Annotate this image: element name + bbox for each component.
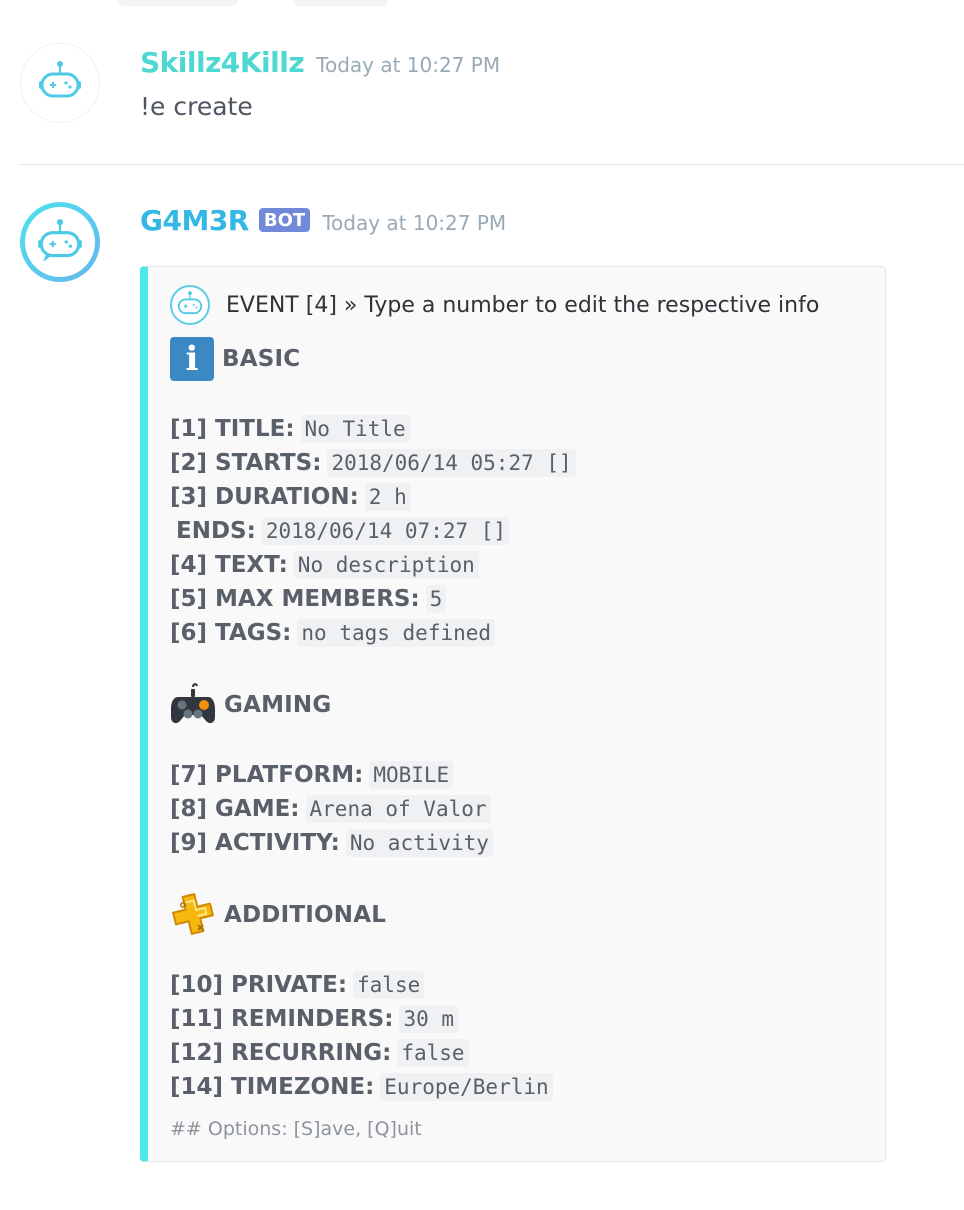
section-title: GAMING bbox=[224, 692, 332, 718]
field-value: 5 bbox=[425, 585, 447, 613]
field-label: [5] MAX MEMBERS: bbox=[170, 586, 420, 612]
robot-icon bbox=[39, 61, 81, 98]
robot-icon bbox=[170, 285, 210, 325]
field-value: Arena of Valor bbox=[305, 795, 491, 823]
field-duration: [3] DURATION: 2 h bbox=[170, 480, 411, 514]
embed-author: EVENT [4] » Type a number to edit the re… bbox=[170, 285, 819, 325]
field-value: 2018/06/14 07:27 [] bbox=[261, 517, 511, 545]
section-additional-header: ADDITIONAL bbox=[170, 893, 386, 937]
bot-badge: BOT bbox=[258, 208, 311, 232]
field-label: [9] ACTIVITY: bbox=[170, 830, 340, 856]
field-label: [7] PLATFORM: bbox=[170, 762, 364, 788]
field-value: false bbox=[353, 971, 425, 999]
field-label: [3] DURATION: bbox=[170, 484, 359, 510]
section-gaming-header: GAMING bbox=[170, 683, 331, 727]
field-label: [2] STARTS: bbox=[170, 450, 322, 476]
field-value: no tags defined bbox=[297, 619, 496, 647]
user-avatar[interactable] bbox=[20, 43, 100, 123]
username[interactable]: Skillz4Killz bbox=[140, 46, 305, 79]
field-value: No description bbox=[293, 551, 479, 579]
field-reminders: [11] REMINDERS: 30 m bbox=[170, 1002, 459, 1036]
section-basic-header: i BASIC bbox=[170, 337, 300, 381]
field-value: Europe/Berlin bbox=[380, 1073, 553, 1101]
previous-message-fade bbox=[118, 0, 398, 8]
field-label: [6] TAGS: bbox=[170, 620, 292, 646]
section-title: ADDITIONAL bbox=[224, 902, 387, 928]
field-label: [14] TIMEZONE: bbox=[170, 1074, 375, 1100]
field-private: [10] PRIVATE: false bbox=[170, 968, 425, 1002]
field-ends: ENDS: 2018/06/14 07:27 [] bbox=[176, 514, 511, 548]
playstation-plus-icon bbox=[172, 893, 214, 935]
field-text: [4] TEXT: No description bbox=[170, 548, 479, 582]
username[interactable]: G4M3R bbox=[140, 204, 249, 237]
field-activity: [9] ACTIVITY: No activity bbox=[170, 826, 493, 860]
section-title: BASIC bbox=[222, 346, 301, 372]
embed-footer: ## Options: [S]ave, [Q]uit bbox=[170, 1118, 422, 1140]
event-embed: EVENT [4] » Type a number to edit the re… bbox=[140, 266, 886, 1162]
message-divider bbox=[20, 164, 964, 165]
field-value: No Title bbox=[300, 415, 410, 443]
message-header: G4M3R BOT Today at 10:27 PM bbox=[140, 204, 506, 237]
gamepad-icon bbox=[171, 683, 215, 724]
field-value: false bbox=[397, 1039, 469, 1067]
bot-avatar-inner bbox=[25, 207, 95, 277]
message-content: !e create bbox=[140, 92, 253, 121]
field-value: 2018/06/14 05:27 [] bbox=[327, 449, 576, 477]
field-tags: [6] TAGS: no tags defined bbox=[170, 616, 496, 650]
field-label: [10] PRIVATE: bbox=[170, 972, 348, 998]
embed-author-text: EVENT [4] » Type a number to edit the re… bbox=[226, 292, 820, 318]
field-label: [11] REMINDERS: bbox=[170, 1006, 394, 1032]
field-value: 2 h bbox=[364, 483, 411, 511]
field-max-members: [5] MAX MEMBERS: 5 bbox=[170, 582, 447, 616]
field-title: [1] TITLE: No Title bbox=[170, 412, 410, 446]
field-label: [8] GAME: bbox=[170, 796, 300, 822]
field-value: No activity bbox=[345, 829, 493, 857]
field-label: [1] TITLE: bbox=[170, 416, 295, 442]
field-value: MOBILE bbox=[369, 761, 454, 789]
field-starts: [2] STARTS: 2018/06/14 05:27 [] bbox=[170, 446, 576, 480]
field-value: 30 m bbox=[399, 1005, 459, 1033]
message-header: Skillz4Killz Today at 10:27 PM bbox=[140, 46, 500, 79]
field-platform: [7] PLATFORM: MOBILE bbox=[170, 758, 454, 792]
field-label: [4] TEXT: bbox=[170, 552, 288, 578]
bot-avatar[interactable] bbox=[20, 202, 100, 282]
timestamp: Today at 10:27 PM bbox=[322, 211, 507, 235]
field-label: [12] RECURRING: bbox=[170, 1040, 392, 1066]
field-game: [8] GAME: Arena of Valor bbox=[170, 792, 491, 826]
field-timezone: [14] TIMEZONE: Europe/Berlin bbox=[170, 1070, 553, 1104]
robot-icon bbox=[38, 219, 82, 262]
field-recurring: [12] RECURRING: false bbox=[170, 1036, 469, 1070]
info-icon: i bbox=[170, 337, 214, 381]
field-label: ENDS: bbox=[176, 518, 256, 544]
timestamp: Today at 10:27 PM bbox=[316, 53, 501, 77]
